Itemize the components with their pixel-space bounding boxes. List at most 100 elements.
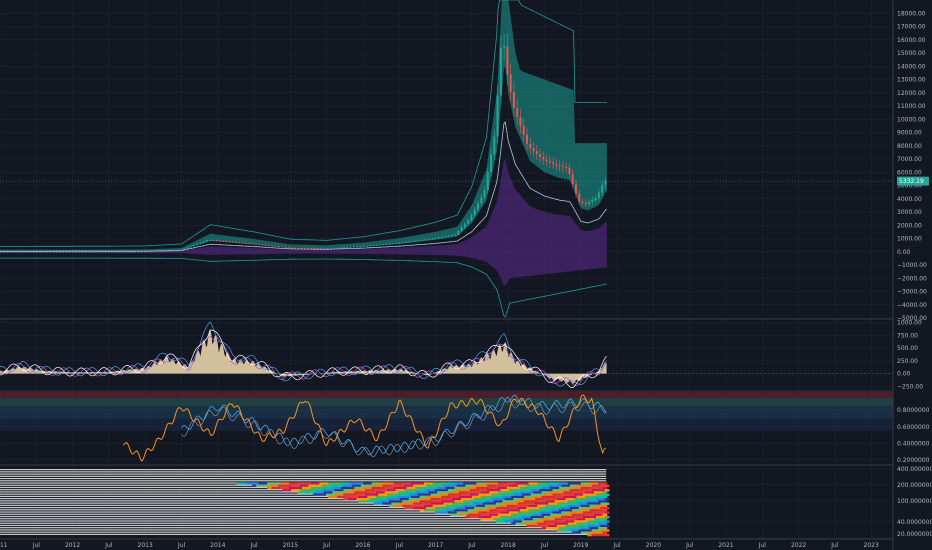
price-scale-label: 13000.00	[897, 77, 926, 84]
heatmap-cell	[502, 491, 508, 494]
heatmap-cell	[574, 511, 579, 514]
candle-body	[581, 201, 584, 203]
candle-body	[565, 167, 568, 168]
heatmap-cell	[524, 500, 529, 503]
heatmap-cell	[241, 482, 246, 485]
time-axis-label: Jul	[249, 542, 258, 549]
candle-body	[137, 251, 140, 253]
candle-body	[522, 125, 525, 135]
heatmap-cell	[530, 484, 536, 488]
heatmap-cell	[384, 495, 390, 499]
heatmap-cell	[561, 484, 566, 488]
candle-body	[499, 47, 502, 96]
heatmap-cell	[349, 486, 355, 490]
heatmap-cell	[508, 493, 514, 497]
heatmap-cell	[504, 484, 510, 488]
heatmap-cell	[251, 484, 257, 488]
heatmap-cell	[578, 489, 584, 492]
heatmap-cell	[325, 489, 331, 492]
heatmap-cell	[393, 486, 399, 490]
candle-body	[346, 247, 349, 248]
heatmap-cell	[432, 482, 438, 485]
candle-body	[39, 251, 42, 253]
heatmap-cell	[600, 493, 606, 497]
heatmap-cell	[587, 529, 593, 532]
price-scales[interactable]: 18000.00 17000.00 16000.00 15000.00 14000.00…	[893, 0, 932, 540]
heatmap-cell	[456, 493, 462, 497]
heatmap-cell	[386, 484, 392, 488]
heatmap-cell	[578, 511, 584, 514]
heatmap-cell	[582, 498, 588, 501]
heatmap-cell	[585, 486, 590, 490]
heatmap-cell	[397, 491, 403, 494]
heatmap-cell	[565, 515, 571, 519]
heatmap-cell	[297, 482, 303, 485]
heatmap-cell	[367, 495, 373, 499]
heatmap-cell	[528, 491, 534, 494]
heatmap-cell	[317, 484, 322, 488]
heatmap-cell	[537, 509, 542, 512]
heatmap-cell	[569, 484, 575, 488]
heatmap-cell	[589, 504, 595, 508]
heatmap-cell	[572, 522, 577, 526]
heatmap-cell	[589, 486, 595, 490]
candle-body	[441, 236, 444, 238]
heatmap-cell	[315, 486, 320, 490]
heatmap-cell	[515, 500, 521, 503]
candle-body	[202, 241, 205, 243]
heatmap-cell	[593, 509, 599, 512]
candle-body	[196, 243, 199, 246]
heatmap-cell	[598, 527, 603, 530]
heatmap-cell	[524, 486, 529, 490]
heatmap-cell	[567, 486, 573, 490]
heatmap-cell	[256, 484, 261, 488]
heatmap-cell	[328, 495, 333, 499]
heatmap-cell	[491, 506, 497, 510]
heatmap-cell	[467, 500, 473, 503]
heatmap-cell	[504, 515, 510, 519]
heatmap-cell	[404, 498, 410, 501]
heatmap-cell	[480, 486, 486, 490]
candle-body	[509, 74, 512, 93]
candle-body	[218, 240, 221, 242]
heatmap-cell	[535, 515, 540, 519]
heatmap-cell	[589, 531, 595, 535]
heatmap-cell	[545, 522, 551, 526]
heatmap-cell	[500, 498, 505, 501]
candle-body	[261, 244, 264, 246]
heatmap-cell	[432, 491, 438, 494]
heatmap-cell	[493, 495, 499, 499]
heatmap-cell	[465, 493, 471, 497]
heatmap-cell	[482, 489, 488, 492]
heatmap-cell	[437, 482, 442, 485]
heatmap-cell	[576, 522, 582, 526]
heatmap-cell	[537, 491, 542, 494]
heatmap-cell	[600, 524, 606, 528]
heatmap-cell	[524, 513, 529, 517]
price-scale-label: 1000.00	[897, 320, 922, 327]
heatmap-cell	[345, 482, 351, 485]
candle-body	[476, 203, 479, 210]
heatmap-cell	[593, 522, 599, 526]
last-price-tag: 5332.19	[897, 176, 929, 186]
heatmap-cell	[565, 506, 571, 510]
heatmap-cell	[495, 506, 501, 510]
heatmap-cell	[417, 493, 423, 497]
heatmap-cell	[443, 511, 449, 514]
heatmap-cell	[336, 495, 342, 499]
heatmap-cell	[539, 498, 545, 501]
heatmap-cell	[550, 491, 555, 494]
chart-canvas[interactable]: 18000.00 17000.00 16000.00 15000.00 14000.00…	[0, 0, 932, 550]
candle-body	[480, 197, 483, 204]
heatmap-cell	[535, 484, 540, 488]
heatmap-cell	[321, 484, 327, 488]
heatmap-cell	[484, 500, 490, 503]
heatmap-cell	[602, 527, 608, 530]
candle-body	[552, 162, 555, 164]
heatmap-cell	[559, 491, 564, 494]
heatmap-cell	[487, 489, 492, 492]
heatmap-cell	[582, 524, 588, 528]
heatmap-cell	[430, 502, 436, 506]
heatmap-cell	[550, 500, 555, 503]
heatmap-cell	[572, 482, 577, 485]
